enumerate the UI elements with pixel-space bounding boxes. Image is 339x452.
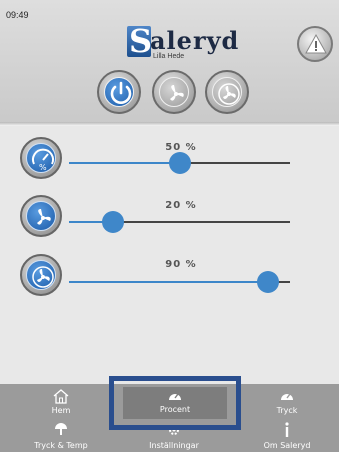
nav-hem[interactable]: Hem	[11, 388, 111, 418]
logo-name: aleryd	[150, 26, 240, 55]
slider-track-percent[interactable]	[69, 152, 290, 174]
fan-round-icon	[32, 266, 54, 288]
nav-om-label: Om Saleryd	[263, 441, 311, 450]
nav-procent[interactable]: Procent	[109, 376, 241, 430]
logo-subtitle: Lilla Hede	[153, 53, 185, 60]
gauge-button[interactable]: %	[20, 137, 62, 179]
slider-value-fan-round: 90 %	[165, 259, 197, 270]
warning-button[interactable]	[297, 26, 333, 62]
power-mode-button[interactable]	[97, 70, 141, 114]
fan-icon	[37, 209, 51, 225]
nav-tryck-temp-label: Tryck & Temp	[34, 441, 88, 450]
home-icon	[53, 389, 69, 404]
fan-round-slider-button[interactable]	[20, 254, 62, 296]
slider-track-fan[interactable]	[69, 211, 290, 233]
svg-text:%: %	[39, 163, 47, 172]
gauge-icon	[281, 393, 293, 400]
nav-procent-highlight: Procent	[123, 387, 227, 419]
slider-thumb-percent[interactable]	[168, 152, 191, 174]
status-time: 09:49	[6, 10, 29, 20]
nav-hem-label: Hem	[51, 406, 71, 415]
slider-thumb-fan-round[interactable]	[256, 271, 279, 293]
slider-row-fan-round: 90 %	[0, 254, 339, 304]
header: 09:49 S aleryd Lilla Hede	[0, 0, 339, 124]
slider-value-fan: 20 %	[165, 200, 197, 211]
logo-mark: S	[127, 22, 152, 60]
app-logo: S aleryd Lilla Hede	[127, 22, 240, 60]
header-divider	[0, 122, 339, 126]
fan-slider-button[interactable]	[20, 195, 62, 237]
nav-tryck[interactable]: Tryck	[237, 388, 337, 418]
info-icon	[285, 422, 289, 437]
slider-row-fan: 20 %	[0, 195, 339, 245]
warning-triangle-icon	[305, 33, 327, 54]
slider-row-percent: % 50 %	[0, 137, 339, 187]
slider-thumb-fan[interactable]	[102, 211, 125, 233]
fan-round-mode-button[interactable]	[205, 70, 249, 114]
fan-mode-button[interactable]	[152, 70, 196, 114]
fan-icon	[170, 85, 184, 101]
nav-procent-label: Procent	[159, 405, 191, 414]
gauge-percent-icon	[169, 393, 181, 400]
slider-track-fan-round[interactable]	[69, 271, 290, 293]
gauge-percent-icon: %	[32, 148, 54, 172]
nav-om[interactable]: Om Saleryd	[237, 420, 337, 450]
nav-tryck-label: Tryck	[276, 406, 298, 415]
nav-tryck-temp[interactable]: Tryck & Temp	[11, 420, 111, 450]
gauge-temp-icon	[55, 423, 67, 435]
logo-initial: S	[129, 22, 153, 60]
fan-round-icon	[218, 83, 240, 105]
power-icon	[110, 81, 132, 104]
nav-installningar-label: Inställningar	[149, 441, 199, 450]
